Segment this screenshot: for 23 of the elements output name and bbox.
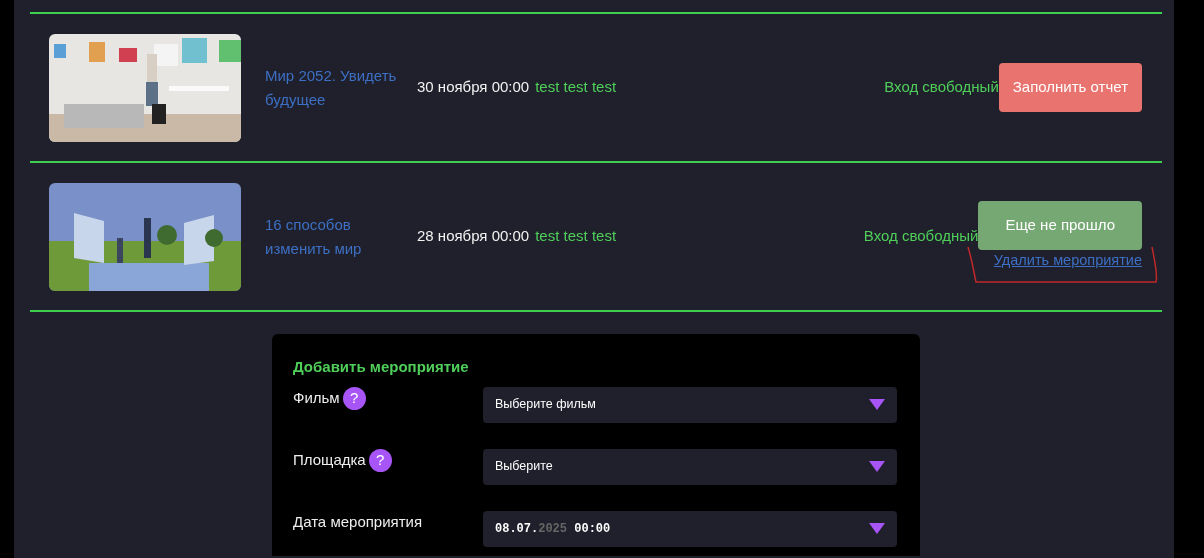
event-title-link[interactable]: Мир 2052. Увидеть будущее bbox=[265, 63, 415, 112]
field-label: Дата мероприятия bbox=[293, 511, 423, 532]
select-field[interactable]: Выберите фильм bbox=[483, 386, 897, 423]
delete-event-link[interactable]: Удалить мероприятие bbox=[993, 249, 1142, 272]
form-title: Добавить мероприятие bbox=[293, 357, 470, 377]
dropdown-caret-icon bbox=[869, 399, 885, 410]
entry-label: Вход свободный bbox=[863, 226, 979, 247]
entry-label: Вход свободный bbox=[884, 77, 999, 98]
date-field[interactable]: 08.07.2025 00:00 bbox=[483, 510, 897, 547]
help-badge[interactable]: ? bbox=[368, 448, 392, 472]
event-title-link[interactable]: 16 способов изменить мир bbox=[265, 212, 415, 261]
fill-report-button[interactable]: Заполнить отчет bbox=[998, 63, 1142, 112]
dropdown-caret-icon bbox=[869, 523, 885, 534]
event-tags: test test test bbox=[535, 225, 617, 248]
field-label: Фильм bbox=[293, 387, 340, 408]
select-field[interactable]: Выберите bbox=[483, 448, 897, 485]
event-date: 28 ноября 00:00 bbox=[417, 226, 530, 247]
help-badge[interactable]: ? bbox=[342, 386, 366, 410]
dropdown-caret-icon bbox=[869, 461, 885, 472]
event-date: 30 ноября 00:00 bbox=[417, 77, 530, 98]
status-button[interactable]: Еще не прошло bbox=[978, 201, 1142, 250]
field-label: Площадка bbox=[293, 449, 366, 470]
event-tags: test test test bbox=[535, 76, 617, 99]
